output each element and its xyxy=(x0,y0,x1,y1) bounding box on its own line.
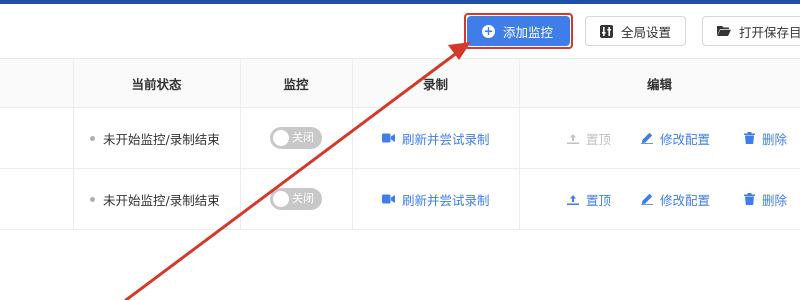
delete-link[interactable]: 删除 xyxy=(744,169,800,229)
toggle-knob xyxy=(273,191,289,207)
pencil-icon xyxy=(641,132,653,144)
pencil-icon xyxy=(641,193,653,205)
status-dot-icon xyxy=(90,196,95,202)
monitor-cell: 关闭 xyxy=(270,108,330,168)
trash-icon xyxy=(744,132,755,144)
refresh-record-label: 刷新并尝试录制 xyxy=(402,131,490,147)
edit-config-label: 修改配置 xyxy=(660,192,711,208)
settings-icon xyxy=(600,24,613,38)
plus-circle-icon: + xyxy=(482,23,495,38)
video-camera-icon xyxy=(382,133,395,143)
refresh-record-label: 刷新并尝试录制 xyxy=(402,192,490,208)
pin-top-label: 置顶 xyxy=(586,192,612,208)
status-cell: 未开始监控/录制结束 xyxy=(0,108,240,168)
add-monitor-button[interactable]: + 添加监控 xyxy=(467,16,570,46)
global-settings-button[interactable]: 全局设置 xyxy=(585,16,686,46)
status-text: 未开始监控/录制结束 xyxy=(103,131,220,147)
column-header-edit: 编辑 xyxy=(646,76,672,92)
table-row: 未开始监控/录制结束 关闭 刷新并尝试录制 置顶 修改配置 删除 xyxy=(0,108,800,169)
video-camera-icon xyxy=(382,194,395,204)
refresh-record-link[interactable]: 刷新并尝试录制 xyxy=(382,108,519,168)
toggle-label: 关闭 xyxy=(292,131,314,144)
pin-top-label: 置顶 xyxy=(586,131,612,147)
open-save-folder-button[interactable]: 打开保存目 xyxy=(702,16,800,46)
column-header-status: 当前状态 xyxy=(131,76,182,92)
delete-label: 删除 xyxy=(762,192,788,208)
column-header-monitor: 监控 xyxy=(283,76,309,92)
delete-link[interactable]: 删除 xyxy=(744,108,800,168)
column-header-record: 录制 xyxy=(422,76,448,92)
add-monitor-label: 添加监控 xyxy=(503,24,554,40)
trash-icon xyxy=(744,193,755,205)
edit-config-label: 修改配置 xyxy=(660,131,711,147)
status-text: 未开始监控/录制结束 xyxy=(103,192,220,208)
edit-config-link[interactable]: 修改配置 xyxy=(641,108,726,168)
toolbar: + 添加监控 全局设置 打开保存目 xyxy=(0,4,800,59)
monitor-toggle[interactable]: 关闭 xyxy=(270,127,322,149)
pin-top-icon xyxy=(567,195,579,205)
monitor-table: 当前状态 监控 录制 编辑 未开始监控/录制结束 关闭 刷新并尝试录制 置顶 修… xyxy=(0,59,800,230)
global-settings-label: 全局设置 xyxy=(621,24,672,40)
table-row: 未开始监控/录制结束 关闭 刷新并尝试录制 置顶 修改配置 删除 xyxy=(0,169,800,230)
open-save-folder-label: 打开保存目 xyxy=(739,24,800,40)
edit-config-link[interactable]: 修改配置 xyxy=(641,169,726,229)
folder-open-icon xyxy=(717,25,731,37)
pin-top-link[interactable]: 置顶 xyxy=(567,108,627,168)
status-dot-icon xyxy=(90,135,95,141)
toggle-label: 关闭 xyxy=(292,192,314,205)
monitor-toggle[interactable]: 关闭 xyxy=(270,188,322,210)
status-cell: 未开始监控/录制结束 xyxy=(0,169,240,229)
pin-top-link[interactable]: 置顶 xyxy=(567,169,627,229)
pin-top-icon xyxy=(567,134,579,144)
monitor-cell: 关闭 xyxy=(270,169,330,229)
refresh-record-link[interactable]: 刷新并尝试录制 xyxy=(382,169,519,229)
toggle-knob xyxy=(273,130,289,146)
delete-label: 删除 xyxy=(762,131,788,147)
table-header-row: 当前状态 监控 录制 编辑 xyxy=(0,59,800,108)
